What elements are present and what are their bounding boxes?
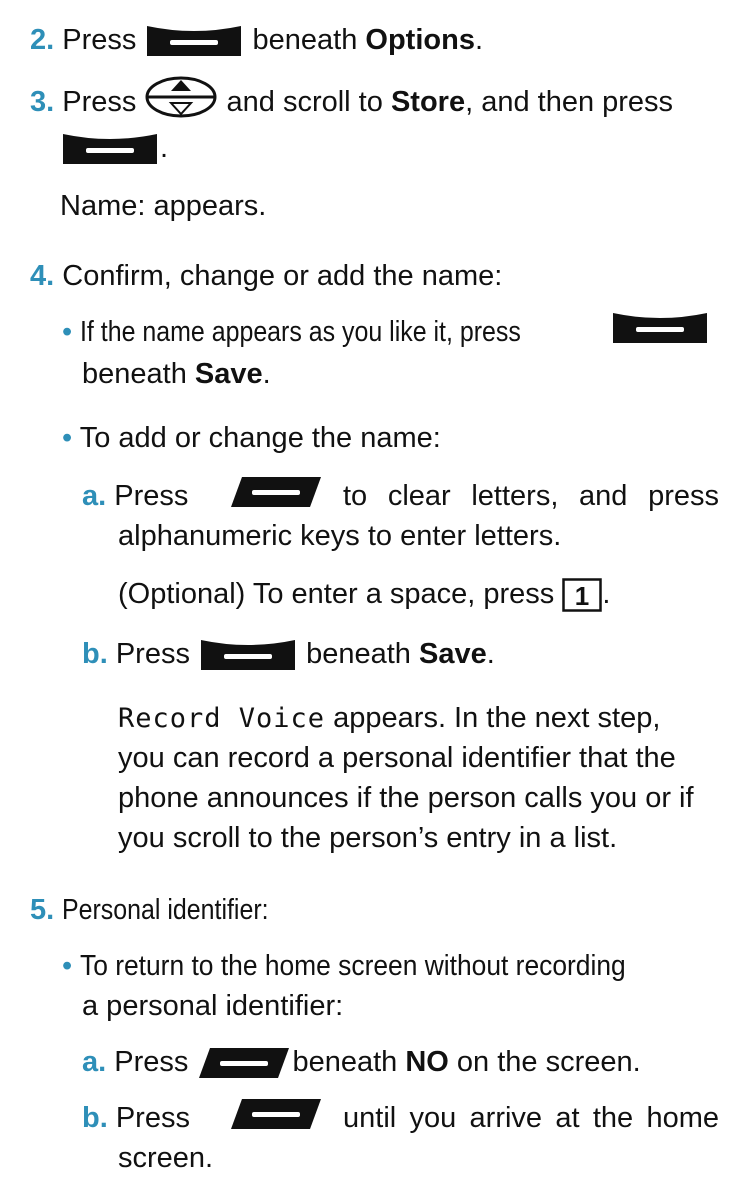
step-5-line: 5. Personal identifier: <box>30 890 302 930</box>
step-text: and scroll to <box>226 86 383 118</box>
step-4-bullet-1: • If the name appears as you like it, pr… <box>62 312 593 352</box>
step-3-line-2: . <box>60 128 168 168</box>
substep-text: beneath <box>292 1046 398 1078</box>
step-4-bullet-1-line-2: beneath Save. <box>82 354 271 394</box>
substep-text: (Optional) To enter a space, press <box>118 578 555 610</box>
step-text: Personal identifier: <box>62 894 269 926</box>
clear-key-icon <box>196 1045 292 1081</box>
bullet-text: . <box>262 358 271 390</box>
step-text: Press <box>62 24 137 56</box>
bullet-text: To add or change the name: <box>79 422 441 454</box>
bullet-text: To return to the home screen without rec… <box>80 950 626 982</box>
record-voice-para-3: phone announces if the person calls you … <box>118 782 694 814</box>
substep-a-text: to clear letters, and press <box>343 476 719 516</box>
substep-text: . <box>486 638 495 670</box>
step-5-substep-b-text: until you arrive at the home <box>343 1098 719 1138</box>
step-number: 2. <box>30 24 55 56</box>
step-4-line: 4. Confirm, change or add the name: <box>30 256 502 296</box>
substep-text: Press <box>114 1046 189 1078</box>
bullet-text: beneath <box>82 358 187 390</box>
substep-text: until you arrive at the home <box>343 1102 719 1134</box>
step-text: . <box>160 132 169 164</box>
number-one-key-label: 1 <box>575 581 589 611</box>
navigation-key-icon <box>144 75 218 119</box>
bullet: • <box>62 950 73 982</box>
bullet-target: Save <box>194 358 263 390</box>
substep-target: Save <box>419 638 487 670</box>
substep-text: to clear letters, and press <box>343 480 719 512</box>
substep-target: NO <box>405 1046 449 1078</box>
substep-text: Press <box>115 638 190 670</box>
substep-label: a. <box>82 480 107 512</box>
substep-text: on the screen. <box>456 1046 641 1078</box>
step-3-note: Name: appears. <box>60 190 267 222</box>
step-number: 4. <box>30 260 55 292</box>
step-4-bullet-2: • To add or change the name: <box>62 418 441 458</box>
step-5-substep-a: a. Press beneath NO on the screen. <box>82 1042 641 1082</box>
step-text: Press <box>62 86 137 118</box>
screen-text: Record Voice <box>118 703 326 734</box>
step-text: . <box>474 24 484 56</box>
clear-key-icon <box>228 1096 324 1132</box>
bullet-text: If the name appears as you like it, pres… <box>80 316 522 348</box>
softkey-button-icon <box>144 23 244 59</box>
para-text: appears. In the next step, <box>333 702 661 734</box>
step-text: Confirm, change or add the name: <box>62 260 503 292</box>
step-2-line: 2. Press beneath Options. <box>30 20 483 60</box>
step-5-substep-b: b. Press <box>82 1098 190 1138</box>
step-target: Options <box>365 24 475 56</box>
substep-a-optional: (Optional) To enter a space, press 1 . <box>118 574 610 614</box>
step-number: 3. <box>30 86 55 118</box>
softkey-button-icon <box>198 637 298 673</box>
softkey-button-icon <box>610 310 710 346</box>
substep-b-line: b. Press beneath Save. <box>82 634 495 674</box>
substep-a-line-2: alphanumeric keys to enter letters. <box>118 520 562 552</box>
number-one-key-icon: 1 <box>562 578 603 613</box>
step-5-bullet-1-line-2: a personal identifier: <box>82 990 344 1022</box>
step-3-line: 3. Press and scroll to Store, and then p… <box>30 76 674 122</box>
substep-text: . <box>602 578 611 610</box>
step-target: Store <box>390 86 466 118</box>
clear-key-icon <box>228 474 324 510</box>
bullet: • <box>62 316 73 348</box>
step-text: beneath <box>252 24 358 56</box>
substep-label: b. <box>82 1102 108 1134</box>
substep-a-line: a. Press <box>82 476 188 516</box>
step-text: , and then press <box>465 86 674 118</box>
step-5-bullet-1: • To return to the home screen without r… <box>62 946 680 986</box>
manual-page: 2. Press beneath Options. 3. Press and s… <box>0 0 736 1174</box>
step-5-substep-b-line-2: screen. <box>118 1142 214 1174</box>
substep-text: Press <box>115 1102 190 1134</box>
record-voice-para-1: Record Voice appears. In the next step, <box>118 698 660 739</box>
step-number: 5. <box>30 894 55 926</box>
substep-label: b. <box>82 638 108 670</box>
bullet: • <box>62 422 73 454</box>
record-voice-para-4: you scroll to the person’s entry in a li… <box>118 822 618 854</box>
substep-label: a. <box>82 1046 107 1078</box>
substep-text: Press <box>114 480 189 512</box>
record-voice-para-2: you can record a personal identifier tha… <box>118 742 676 774</box>
softkey-button-icon <box>60 131 160 167</box>
substep-text: beneath <box>306 638 411 670</box>
